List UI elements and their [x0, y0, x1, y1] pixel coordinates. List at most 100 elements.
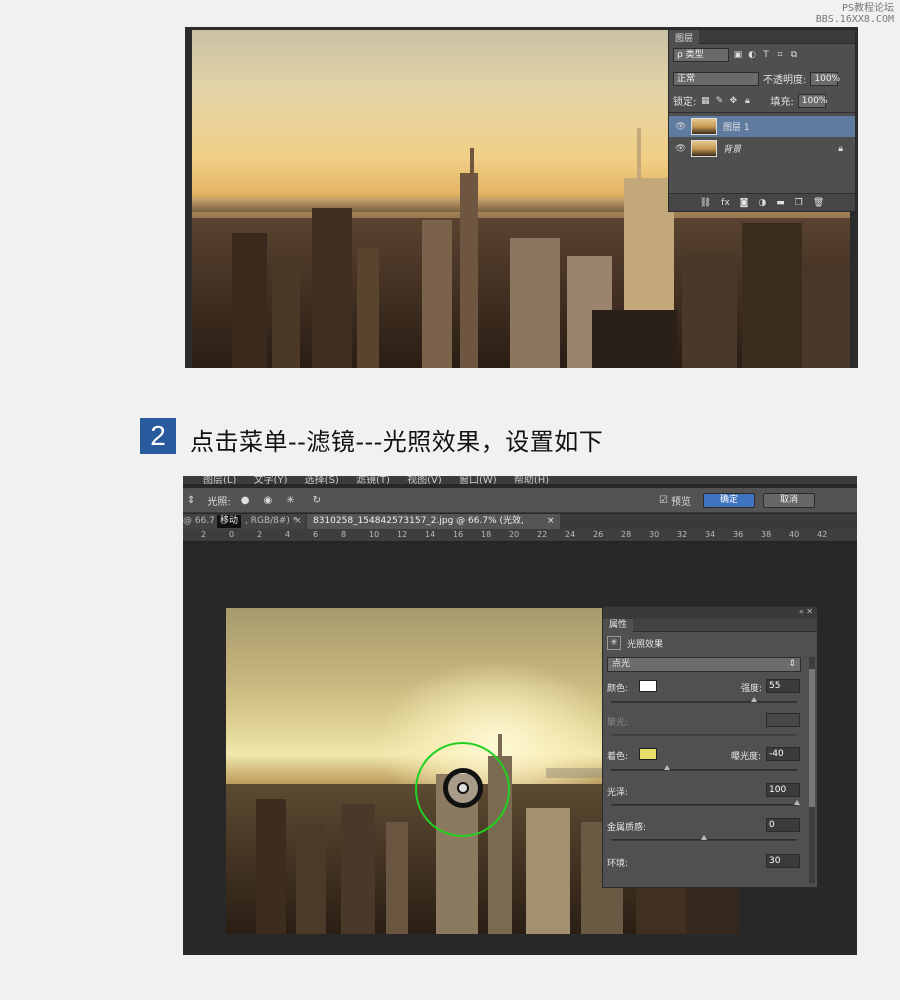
menu-select[interactable]: 选择(S) [305, 476, 339, 484]
infinite-light-icon[interactable]: ✳ [286, 495, 294, 506]
metallic-label: 金属质感: [607, 823, 647, 833]
screenshot-layers: 图层 ρ 类型 ▣ ◐ T ⌗ ⧉ 正常 不透明度: 100% 锁定: ▦ ✎ … [185, 27, 858, 368]
ruler-tick-label: 0 [229, 530, 235, 539]
layer-name[interactable]: 背景 [723, 142, 741, 155]
tab-properties[interactable]: 属性 [603, 619, 634, 632]
move-tooltip: 移动 [217, 515, 242, 528]
mask-icon[interactable]: ◙ [740, 198, 749, 208]
light-color-swatch[interactable] [639, 680, 657, 692]
ruler-tick-label: 22 [537, 530, 548, 539]
ruler-tick-label: 4 [285, 530, 291, 539]
new-layer-icon[interactable]: ❐ [795, 198, 803, 208]
intensity-input[interactable]: 55 [766, 679, 800, 693]
layer-thumbnail [691, 118, 717, 135]
trash-icon[interactable]: 🗑︎ [813, 198, 824, 208]
point-light-icon[interactable]: ◉ [264, 495, 273, 506]
metallic-input[interactable]: 0 [766, 818, 800, 832]
doc-tab-1-label: @ 66.7 [183, 516, 215, 526]
layer-row-1[interactable]: 👁︎ 图层 1 [669, 116, 855, 137]
exposure-slider[interactable] [611, 765, 797, 771]
smart-object-filter-icon[interactable]: ⧉ [789, 50, 799, 60]
folder-icon[interactable]: ▬ [776, 198, 785, 208]
metallic-slider-thumb[interactable] [701, 835, 707, 840]
ruler-tick-label: 16 [453, 530, 464, 539]
ruler-tick-label: 14 [425, 530, 436, 539]
doc-tab-1[interactable]: @ 66.7 移动 , RGB/8#) * × [183, 514, 305, 529]
filter-row: ρ 类型 ▣ ◐ T ⌗ ⧉ [669, 48, 855, 62]
menu-view[interactable]: 视图(V) [407, 476, 442, 484]
watermark: PS教程论坛 BBS.16XX8.COM [816, 3, 894, 25]
intensity-label: 强度: [741, 684, 763, 694]
lock-paint-icon[interactable]: ✎ [714, 96, 724, 106]
image-filter-icon[interactable]: ▣ [733, 50, 743, 60]
gloss-slider-thumb[interactable] [794, 800, 800, 805]
lock-row: 锁定: ▦ ✎ ✥ 🔒︎ 填充: 100% [669, 93, 855, 108]
ambience-input[interactable]: 30 [766, 854, 800, 868]
light-label: 光照: [207, 496, 231, 508]
cancel-button[interactable]: 取消 [763, 492, 815, 508]
watermark-line1: PS教程论坛 [841, 3, 894, 14]
lock-all-icon[interactable]: 🔒︎ [742, 96, 752, 106]
adjustment-icon[interactable]: ◑ [758, 198, 766, 208]
metallic-slider[interactable] [611, 835, 797, 841]
preview-checkbox[interactable]: ☑ [659, 495, 668, 506]
screenshot-lighting-effects: 图层(L) 文字(Y) 选择(S) 滤镜(T) 视图(V) 窗口(W) 帮助(H… [183, 476, 857, 955]
adjustment-filter-icon[interactable]: ◐ [747, 50, 757, 60]
exposure-slider-thumb[interactable] [663, 765, 670, 770]
fx-icon[interactable]: fx [721, 198, 730, 208]
gloss-input[interactable]: 100 [766, 783, 800, 797]
ruler-tick-label: 28 [621, 530, 632, 539]
properties-scrollbar[interactable] [809, 657, 815, 883]
close-icon[interactable]: × [294, 514, 302, 529]
spot-light-icon[interactable]: ● [241, 495, 250, 506]
doc-tab-2[interactable]: 8310258_154842573157_2.jpg @ 66.7% (光效, … [307, 514, 560, 541]
ruler-tick-label: 38 [761, 530, 772, 539]
preview-label: 预览 [671, 496, 691, 508]
ruler-tick-label: 12 [397, 530, 408, 539]
shape-filter-icon[interactable]: ⌗ [775, 50, 785, 60]
close-icon[interactable]: × [547, 514, 555, 529]
layer-name[interactable]: 图层 1 [723, 120, 750, 133]
layer-row-background[interactable]: 👁︎ 背景 🔒︎ [669, 138, 855, 159]
layers-panel-tabbar: 图层 [669, 30, 855, 45]
menu-help[interactable]: 帮助(H) [514, 476, 549, 484]
filter-type-select[interactable]: ρ 类型 [673, 48, 729, 62]
intensity-slider[interactable] [611, 697, 797, 703]
blend-mode-select[interactable]: 正常 [673, 71, 759, 86]
lock-move-icon[interactable]: ✥ [728, 96, 738, 106]
fill-input[interactable]: 100% [797, 93, 827, 108]
hotspot-slider [611, 734, 797, 736]
menu-window[interactable]: 窗口(W) [459, 476, 497, 484]
hotspot-input [766, 713, 800, 727]
gloss-slider[interactable] [611, 800, 800, 806]
ruler-tick-label: 18 [481, 530, 492, 539]
tab-layers[interactable]: 图层 [669, 30, 700, 45]
scrollbar-thumb[interactable] [809, 669, 815, 807]
link-icon[interactable]: ⛓ [700, 198, 711, 208]
ruler-tick-label: 8 [341, 530, 347, 539]
light-center-handle[interactable] [457, 782, 469, 794]
eye-icon[interactable]: 👁︎ [675, 144, 686, 154]
menu-layer[interactable]: 图层(L) [203, 476, 236, 484]
ruler-tick-label: 6 [313, 530, 319, 539]
lock-transparent-icon[interactable]: ▦ [700, 96, 710, 106]
chevron-down-icon: ⇕ [788, 659, 796, 669]
colorize-swatch[interactable] [639, 748, 657, 760]
menu-type[interactable]: 文字(Y) [254, 476, 288, 484]
opacity-input[interactable]: 100% [810, 71, 840, 86]
intensity-slider-thumb[interactable] [751, 697, 758, 702]
exposure-input[interactable]: -40 [766, 747, 800, 761]
menu-filter[interactable]: 滤镜(T) [356, 476, 390, 484]
ok-button[interactable]: 确定 [703, 492, 755, 508]
text-filter-icon[interactable]: T [761, 50, 771, 60]
light-type-value: 点光 [612, 659, 631, 669]
ruler-tick-label: 32 [677, 530, 688, 539]
tool-preset-icon[interactable]: ⇕ [187, 495, 195, 506]
eye-icon[interactable]: 👁︎ [675, 122, 686, 132]
ruler-tick-label: 2 [257, 530, 263, 539]
reset-light-icon[interactable]: ↻ [313, 495, 321, 506]
light-type-select[interactable]: 点光 ⇕ [607, 657, 801, 672]
hotspot-label: 聚光: [607, 718, 629, 728]
opacity-label: 不透明度: [763, 75, 807, 86]
layers-panel: 图层 ρ 类型 ▣ ◐ T ⌗ ⧉ 正常 不透明度: 100% 锁定: ▦ ✎ … [668, 29, 856, 212]
